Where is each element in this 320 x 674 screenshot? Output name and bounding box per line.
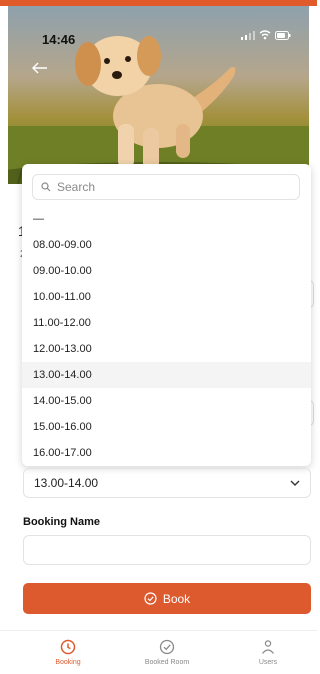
nav-label-booking: Booking xyxy=(55,659,81,666)
back-arrow-icon[interactable] xyxy=(32,61,48,79)
nav-item-booked-room[interactable]: Booked Room xyxy=(127,639,207,666)
booking-name-label: Booking Name xyxy=(23,516,101,528)
book-button-label: Book xyxy=(162,591,191,606)
dropdown-option[interactable]: 09.00-10.00 xyxy=(22,258,311,284)
check-circle-icon xyxy=(144,592,157,605)
search-placeholder: Search xyxy=(57,180,96,194)
dropdown-option[interactable]: 08.00-09.00 xyxy=(22,232,311,258)
nav-item-users[interactable]: Users xyxy=(228,639,308,666)
hero-image: 14:46 xyxy=(8,6,309,184)
dropdown-option[interactable]: 14.00-15.00 xyxy=(22,388,311,414)
dropdown-option[interactable]: 11.00-12.00 xyxy=(22,310,311,336)
status-icons xyxy=(241,30,291,40)
booking-name-input[interactable] xyxy=(23,535,311,565)
bottom-navigation: Booking Booked Room Users xyxy=(0,630,317,674)
user-icon xyxy=(262,640,274,654)
nav-label-users: Users xyxy=(258,659,278,666)
nav-item-booking[interactable]: Booking xyxy=(28,639,108,666)
clock-icon xyxy=(60,639,76,655)
signal-icon xyxy=(241,31,255,40)
search-icon xyxy=(41,182,51,192)
nav-label-booked-room: Booked Room xyxy=(144,659,190,666)
time-slot-select-value: 13.00-14.00 xyxy=(34,476,99,490)
status-time: 14:46 xyxy=(42,32,76,47)
chevron-down-icon xyxy=(290,480,300,486)
wifi-icon xyxy=(259,30,271,40)
dropdown-option[interactable]: 12.00-13.00 xyxy=(22,336,311,362)
book-button[interactable]: Book xyxy=(23,583,311,614)
dropdown-option-empty[interactable]: — xyxy=(22,206,311,232)
time-slot-select[interactable]: 13.00-14.00 xyxy=(23,468,311,498)
dropdown-search[interactable]: Search xyxy=(32,174,300,200)
dropdown-option-selected[interactable]: 13.00-14.00 xyxy=(22,362,311,388)
battery-icon xyxy=(275,30,291,40)
dropdown-option[interactable]: 16.00-17.00 xyxy=(22,440,311,466)
dropdown-option[interactable]: 10.00-11.00 xyxy=(22,284,311,310)
time-slot-dropdown: Search — 08.00-09.00 09.00-10.00 10.00-1… xyxy=(22,164,311,466)
check-circle-icon xyxy=(159,639,175,655)
dropdown-option[interactable]: 15.00-16.00 xyxy=(22,414,311,440)
